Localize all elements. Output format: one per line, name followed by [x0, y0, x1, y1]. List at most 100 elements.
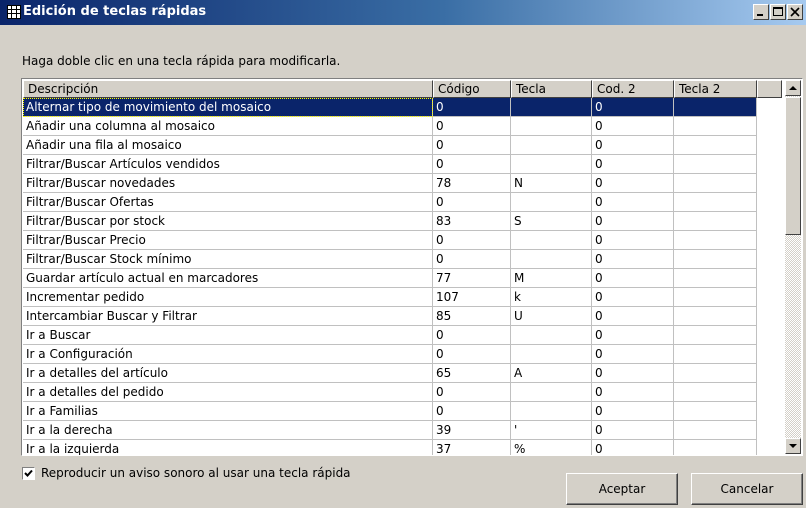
cell-key[interactable]: U [511, 307, 592, 326]
cell-code[interactable]: 0 [433, 231, 511, 250]
cell-code2[interactable]: 0 [592, 269, 674, 288]
cell-key[interactable] [511, 136, 592, 155]
cell-key[interactable]: k [511, 288, 592, 307]
cell-key[interactable] [511, 98, 592, 117]
cell-description[interactable]: Añadir una columna al mosaico [23, 117, 433, 136]
cell-key[interactable] [511, 326, 592, 345]
cell-description[interactable]: Alternar tipo de movimiento del mosaico [23, 98, 433, 117]
cell-description[interactable]: Ir a Familias [23, 402, 433, 421]
table-row[interactable]: Filtrar/Buscar Ofertas 0 0 [23, 193, 759, 212]
cell-key[interactable] [511, 402, 592, 421]
cell-code2[interactable]: 0 [592, 231, 674, 250]
cell-description[interactable]: Ir a Buscar [23, 326, 433, 345]
minimize-button[interactable] [753, 4, 769, 20]
cell-key[interactable] [511, 345, 592, 364]
table-row[interactable]: Filtrar/Buscar por stock 83 S 0 [23, 212, 759, 231]
cell-key[interactable] [511, 383, 592, 402]
cell-code[interactable]: 0 [433, 98, 511, 117]
cell-code[interactable]: 0 [433, 383, 511, 402]
cell-key2[interactable] [674, 307, 757, 326]
cell-key2[interactable] [674, 193, 757, 212]
cell-key[interactable]: ' [511, 421, 592, 440]
cell-key2[interactable] [674, 288, 757, 307]
table-row[interactable]: Ir a la derecha 39 ' 0 [23, 421, 759, 440]
hotkey-table[interactable]: Descripción Código Tecla Cod. 2 Tecla 2 … [21, 78, 803, 456]
scroll-up-button[interactable] [785, 80, 801, 96]
cell-description[interactable]: Filtrar/Buscar Artículos vendidos [23, 155, 433, 174]
table-row[interactable]: Incrementar pedido 107 k 0 [23, 288, 759, 307]
cell-code2[interactable]: 0 [592, 193, 674, 212]
cell-code[interactable]: 0 [433, 193, 511, 212]
sound-checkbox-label[interactable]: Reproducir un aviso sonoro al usar una t… [41, 466, 351, 480]
cell-code2[interactable]: 0 [592, 250, 674, 269]
accept-button[interactable]: Aceptar [566, 473, 678, 505]
cell-key2[interactable] [674, 117, 757, 136]
cell-code2[interactable]: 0 [592, 326, 674, 345]
cell-description[interactable]: Ir a la derecha [23, 421, 433, 440]
cell-key2[interactable] [674, 440, 757, 455]
column-header-code[interactable]: Código [433, 80, 511, 98]
column-header-code2[interactable]: Cod. 2 [592, 80, 674, 98]
cell-description[interactable]: Intercambiar Buscar y Filtrar [23, 307, 433, 326]
table-row[interactable]: Alternar tipo de movimiento del mosaico 0… [23, 98, 759, 117]
cell-code[interactable]: 39 [433, 421, 511, 440]
cell-code[interactable]: 0 [433, 345, 511, 364]
cell-description[interactable]: Filtrar/Buscar Stock mínimo [23, 250, 433, 269]
cell-description[interactable]: Filtrar/Buscar por stock [23, 212, 433, 231]
cell-description[interactable]: Ir a Configuración [23, 345, 433, 364]
cell-code2[interactable]: 0 [592, 364, 674, 383]
table-row[interactable]: Ir a detalles del artículo 65 A 0 [23, 364, 759, 383]
close-button[interactable] [787, 4, 803, 20]
cell-code2[interactable]: 0 [592, 402, 674, 421]
cell-code[interactable]: 0 [433, 402, 511, 421]
cell-key[interactable] [511, 117, 592, 136]
cell-description[interactable]: Ir a detalles del pedido [23, 383, 433, 402]
cell-key2[interactable] [674, 212, 757, 231]
cell-description[interactable]: Filtrar/Buscar Precio [23, 231, 433, 250]
cell-key2[interactable] [674, 326, 757, 345]
cell-code2[interactable]: 0 [592, 174, 674, 193]
table-row[interactable]: Guardar artículo actual en marcadores 77 M… [23, 269, 759, 288]
cell-key2[interactable] [674, 98, 757, 117]
table-row[interactable]: Filtrar/Buscar novedades 78 N 0 [23, 174, 759, 193]
cell-code[interactable]: 0 [433, 136, 511, 155]
cell-key[interactable] [511, 193, 592, 212]
cell-key[interactable]: % [511, 440, 592, 455]
cell-description[interactable]: Filtrar/Buscar Ofertas [23, 193, 433, 212]
cell-code2[interactable]: 0 [592, 212, 674, 231]
cell-code[interactable]: 77 [433, 269, 511, 288]
cell-code[interactable]: 107 [433, 288, 511, 307]
vertical-scrollbar[interactable] [785, 80, 801, 454]
cell-key2[interactable] [674, 383, 757, 402]
cell-code2[interactable]: 0 [592, 155, 674, 174]
cancel-button[interactable]: Cancelar [691, 473, 803, 505]
column-header-description[interactable]: Descripción [23, 80, 433, 98]
cell-code2[interactable]: 0 [592, 288, 674, 307]
cell-code[interactable]: 85 [433, 307, 511, 326]
cell-code2[interactable]: 0 [592, 440, 674, 455]
cell-key2[interactable] [674, 345, 757, 364]
table-row[interactable]: Filtrar/Buscar Artículos vendidos 0 0 [23, 155, 759, 174]
cell-code[interactable]: 65 [433, 364, 511, 383]
cell-code2[interactable]: 0 [592, 421, 674, 440]
table-row[interactable]: Añadir una fila al mosaico 0 0 [23, 136, 759, 155]
cell-key[interactable] [511, 231, 592, 250]
column-header-key[interactable]: Tecla [511, 80, 592, 98]
cell-description[interactable]: Ir a detalles del artículo [23, 364, 433, 383]
cell-key[interactable]: A [511, 364, 592, 383]
table-row[interactable]: Intercambiar Buscar y Filtrar 85 U 0 [23, 307, 759, 326]
cell-code2[interactable]: 0 [592, 98, 674, 117]
cell-code[interactable]: 78 [433, 174, 511, 193]
maximize-button[interactable] [770, 4, 786, 20]
cell-code2[interactable]: 0 [592, 117, 674, 136]
table-row[interactable]: Ir a Configuración 0 0 [23, 345, 759, 364]
table-row[interactable]: Ir a Buscar 0 0 [23, 326, 759, 345]
column-header-key2[interactable]: Tecla 2 [674, 80, 757, 98]
cell-description[interactable]: Ir a la izquierda [23, 440, 433, 455]
cell-code2[interactable]: 0 [592, 383, 674, 402]
scrollbar-thumb[interactable] [785, 97, 801, 235]
table-row[interactable]: Filtrar/Buscar Precio 0 0 [23, 231, 759, 250]
cell-code2[interactable]: 0 [592, 136, 674, 155]
table-row[interactable]: Ir a la izquierda 37% 0 [23, 440, 759, 455]
table-row[interactable]: Filtrar/Buscar Stock mínimo 0 0 [23, 250, 759, 269]
